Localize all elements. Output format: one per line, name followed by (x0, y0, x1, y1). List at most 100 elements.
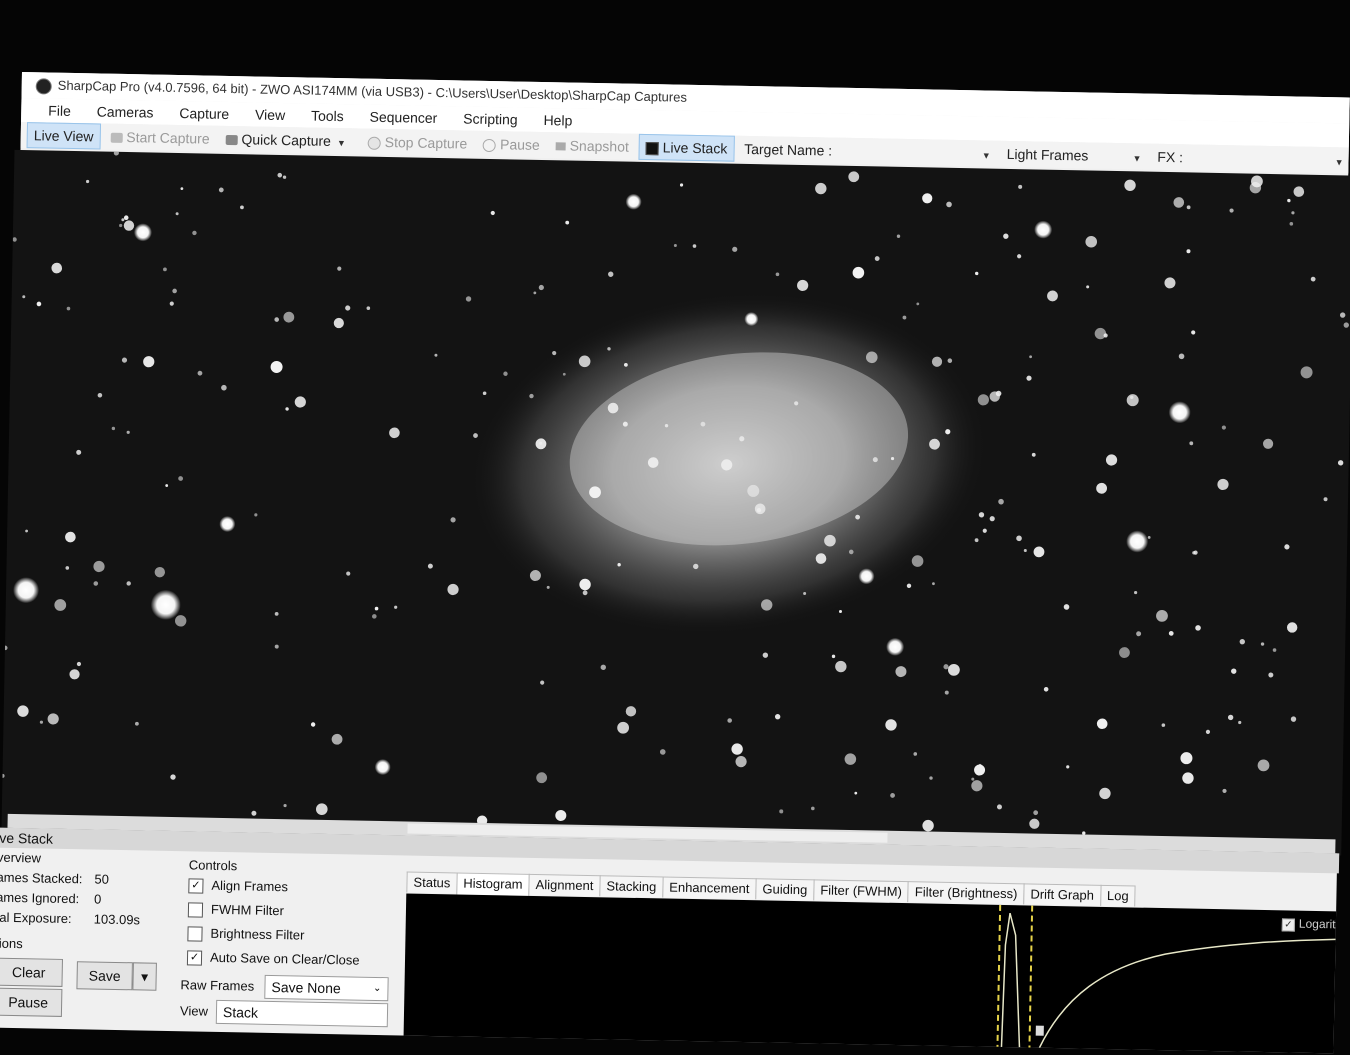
tab-drift-graph[interactable]: Drift Graph (1023, 883, 1102, 906)
start-capture-label: Start Capture (126, 129, 210, 147)
align-frames-checkbox[interactable]: ✓ Align Frames (188, 877, 288, 895)
star (316, 803, 328, 815)
auto-save-checkbox[interactable]: ✓ Auto Save on Clear/Close (186, 949, 360, 968)
star (503, 371, 508, 376)
star (1026, 375, 1032, 381)
fwhm-filter-check-icon (187, 902, 204, 918)
star (852, 266, 865, 279)
star (22, 295, 26, 299)
live-view-button[interactable]: Live View (26, 122, 101, 150)
menu-tools[interactable]: Tools (300, 103, 355, 128)
tab-alignment[interactable]: Alignment (528, 873, 601, 897)
save-dropdown-icon[interactable]: ▾ (132, 962, 157, 991)
star (47, 713, 59, 725)
star (1293, 186, 1305, 197)
star (221, 384, 227, 391)
menu-view[interactable]: View (244, 102, 297, 127)
chevron-down-icon[interactable]: ▼ (337, 130, 346, 156)
star (762, 652, 769, 658)
quick-capture-button[interactable]: Quick Capture ▼ (219, 126, 358, 157)
star (838, 610, 842, 614)
star (1063, 604, 1070, 610)
tab-log[interactable]: Log (1099, 884, 1136, 907)
start-capture-button[interactable]: Start Capture (104, 124, 216, 152)
pause-button[interactable]: Pause (477, 131, 546, 158)
frame-type-select[interactable]: Light Frames (1000, 141, 1122, 169)
star (175, 212, 179, 216)
star (3, 645, 8, 651)
star (971, 777, 975, 781)
save-button[interactable]: Save (76, 961, 133, 991)
logarithmic-checkbox[interactable]: ✓ Logarit (1281, 916, 1336, 932)
star (1156, 609, 1168, 622)
target-name-label: Target Name : (744, 140, 833, 159)
live-stack-image-view[interactable] (1, 149, 1350, 856)
star (1126, 394, 1139, 407)
clear-button[interactable]: Clear (0, 957, 63, 987)
star (1096, 482, 1108, 494)
tab-status[interactable]: Status (406, 871, 458, 894)
menu-cameras[interactable]: Cameras (85, 99, 164, 125)
quick-capture-label: Quick Capture (241, 131, 332, 149)
star (974, 764, 986, 776)
star (815, 182, 827, 195)
star (150, 589, 181, 620)
star (51, 262, 63, 274)
tab-histogram[interactable]: Histogram (456, 872, 530, 897)
star (1003, 233, 1009, 239)
menu-help[interactable]: Help (532, 108, 583, 133)
star (1031, 452, 1036, 457)
brightness-filter-check-icon (187, 926, 203, 942)
stop-icon (367, 136, 381, 150)
histogram-area[interactable]: ✓ Logarit (403, 893, 1337, 1054)
logarithmic-check-icon: ✓ (1281, 918, 1295, 932)
histogram-white-point-marker (1028, 905, 1034, 1048)
stop-capture-button[interactable]: Stop Capture (361, 129, 473, 157)
menu-scripting[interactable]: Scripting (452, 106, 529, 131)
star (982, 528, 987, 533)
auto-save-check-icon: ✓ (186, 950, 203, 966)
tab-enhancement[interactable]: Enhancement (662, 876, 757, 900)
brightness-filter-checkbox[interactable]: Brightness Filter (187, 925, 305, 943)
tab-filter-brightness[interactable]: Filter (Brightness) (907, 881, 1025, 905)
tab-stacking[interactable]: Stacking (599, 875, 664, 898)
raw-frames-chevron-icon: ⌄ (372, 982, 382, 995)
star (775, 272, 780, 277)
frame-type-dropdown-icon[interactable]: ▼ (1132, 145, 1141, 171)
star (679, 183, 684, 187)
menu-sequencer[interactable]: Sequencer (358, 104, 448, 130)
star (1126, 530, 1149, 553)
logarithmic-label: Logarit (1298, 916, 1336, 932)
raw-frames-select[interactable]: Save None ⌄ (264, 974, 389, 1002)
star (831, 654, 836, 659)
star (294, 396, 306, 408)
total-exposure-value: 103.09s (93, 911, 141, 928)
star (65, 566, 70, 570)
star (1260, 642, 1265, 646)
fx-dropdown-icon[interactable]: ▼ (1334, 149, 1344, 175)
star (906, 583, 912, 589)
menu-capture[interactable]: Capture (168, 101, 240, 126)
tab-filter-fwhm[interactable]: Filter (FWHM) (813, 879, 910, 903)
view-select[interactable]: Stack (215, 999, 389, 1028)
star (1217, 478, 1229, 491)
live-stack-button[interactable]: Live Stack (638, 133, 735, 162)
live-stack-panel: ve Stack verview ames Stacked: 50 ames I… (0, 827, 1340, 1054)
target-name-dropdown-icon[interactable]: ▼ (982, 142, 991, 168)
star (274, 317, 279, 322)
star (625, 706, 637, 717)
quick-capture-icon (225, 135, 238, 146)
star (113, 150, 119, 156)
star (890, 793, 895, 798)
menu-file[interactable]: File (37, 98, 82, 123)
tab-guiding[interactable]: Guiding (755, 878, 815, 901)
snapshot-button[interactable]: Snapshot (549, 132, 635, 160)
star (1289, 221, 1294, 226)
star (482, 391, 487, 396)
fwhm-filter-checkbox[interactable]: FWHM Filter (187, 901, 284, 919)
star (844, 753, 857, 765)
pause-stack-button[interactable]: Pause (0, 987, 63, 1017)
star (372, 614, 377, 619)
star (1180, 752, 1193, 765)
star (617, 721, 630, 734)
